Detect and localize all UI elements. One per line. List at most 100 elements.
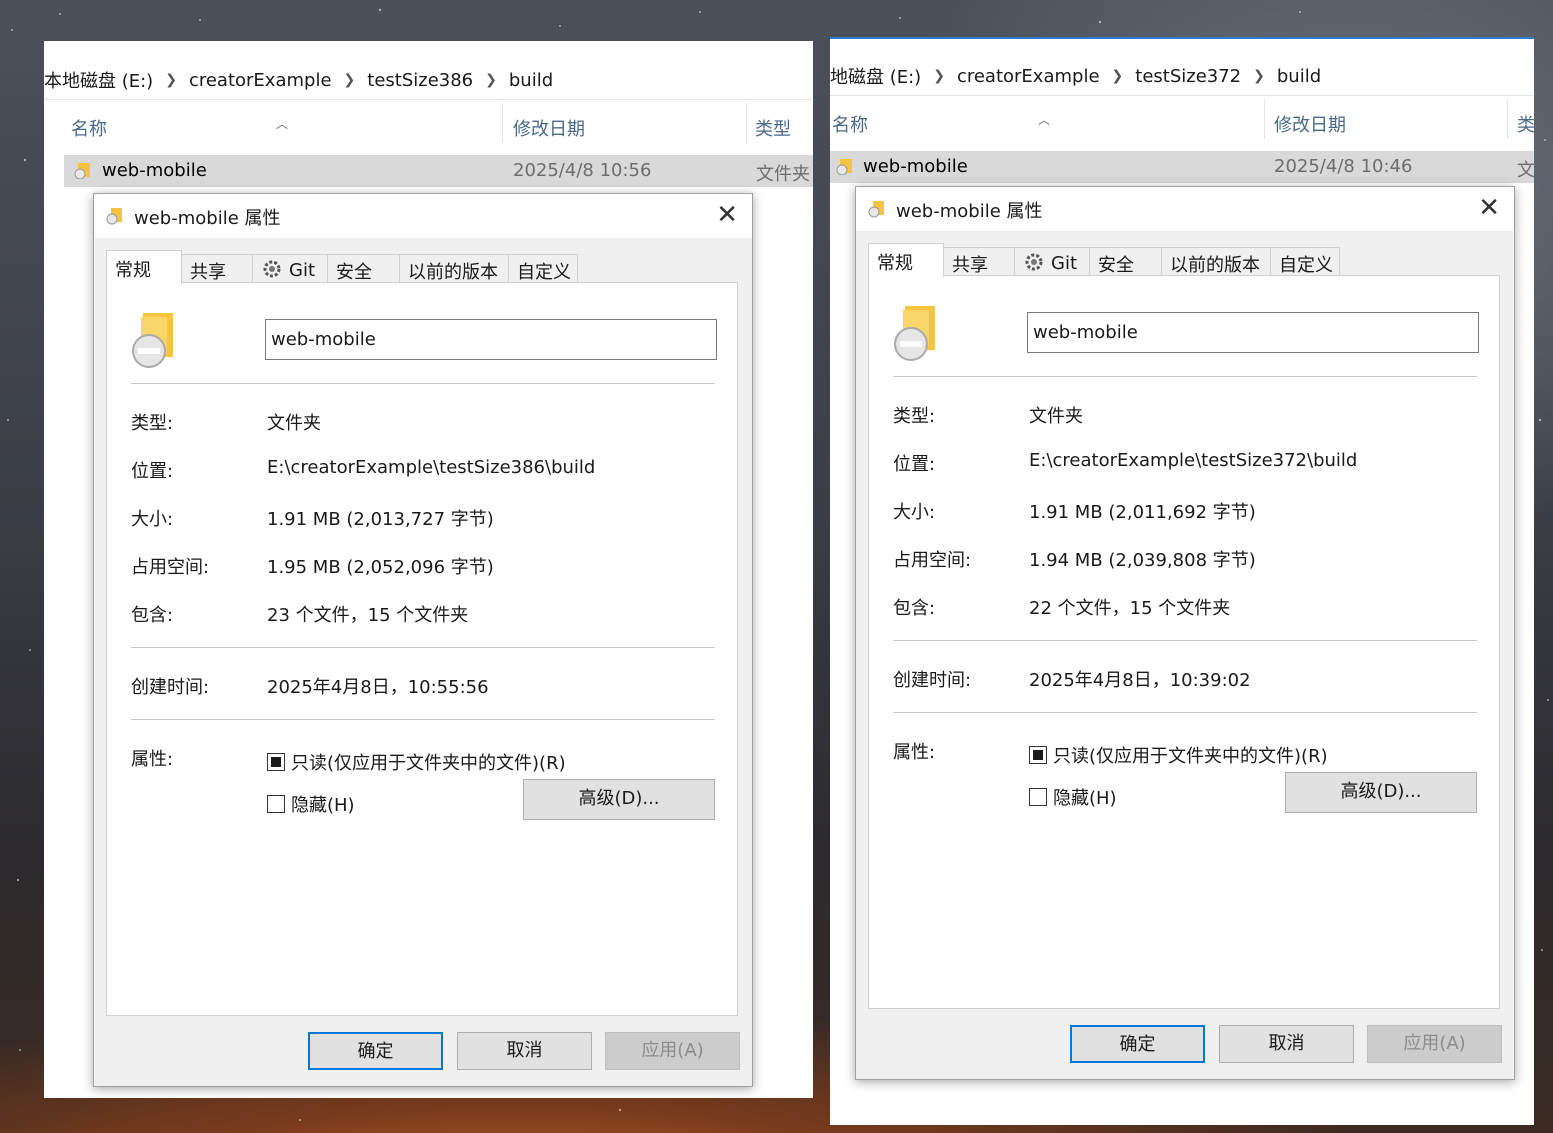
advanced-button[interactable]: 高级(D)... (523, 779, 715, 820)
breadcrumb-folder[interactable]: testSize386 (367, 70, 473, 91)
column-type[interactable]: 类型 (755, 115, 791, 141)
label-type: 类型: (131, 413, 174, 434)
tab-git[interactable]: Git (1014, 247, 1090, 275)
file-modified: 2025/4/8 10:56 (513, 160, 652, 181)
breadcrumb-folder[interactable]: testSize372 (1135, 66, 1241, 87)
dialog-titlebar: web-mobile 属性 ✕ (856, 187, 1514, 231)
checkbox-unchecked[interactable] (1029, 788, 1047, 806)
file-row-selected[interactable]: web-mobile 2025/4/8 10:46 文 (830, 151, 1534, 183)
gear-icon (1025, 253, 1043, 271)
cancel-button[interactable]: 取消 (457, 1032, 592, 1070)
label-size-on-disk: 占用空间: (893, 550, 972, 571)
checkbox-indeterminate[interactable] (267, 753, 285, 771)
breadcrumb-folder[interactable]: build (1277, 66, 1321, 87)
file-name: web-mobile (863, 156, 968, 177)
column-name[interactable]: 名称 (71, 115, 107, 141)
file-type: 文 (1517, 160, 1534, 181)
tab-previous-versions[interactable]: 以前的版本 (399, 254, 509, 283)
right-properties-dialog: web-mobile 属性 ✕ 常规 共享 Git 安全 以前的版本 自定义 类… (855, 186, 1515, 1080)
cancel-button[interactable]: 取消 (1219, 1025, 1354, 1063)
column-modified[interactable]: 修改日期 (1274, 111, 1346, 137)
hidden-checkbox[interactable]: 隐藏(H) (1029, 784, 1117, 810)
folder-large-icon (132, 313, 173, 368)
tab-general[interactable]: 常规 (106, 250, 182, 284)
chevron-right-icon: ❯ (165, 72, 177, 88)
tab-general[interactable]: 常规 (868, 243, 944, 277)
label-contains: 包含: (893, 598, 936, 619)
chevron-right-icon: ❯ (485, 72, 497, 88)
column-modified[interactable]: 修改日期 (513, 115, 585, 141)
breadcrumb-folder[interactable]: creatorExample (189, 70, 332, 91)
chevron-right-icon: ❯ (1111, 68, 1124, 84)
breadcrumb-drive[interactable]: 本地磁盘 (E:) (44, 67, 153, 93)
column-header: ︿ 名称 修改日期 类 (830, 95, 1534, 149)
label-attributes: 属性: (131, 749, 174, 770)
left-properties-dialog: web-mobile 属性 ✕ 常规 共享 Git 安全 以前的版本 自定义 类… (93, 193, 753, 1087)
tab-sharing[interactable]: 共享 (181, 254, 253, 283)
value-size: 1.91 MB (2,013,727 字节) (267, 509, 494, 530)
general-panel: 类型: 文件夹 位置: E:\creatorExample\testSize37… (868, 275, 1500, 1009)
column-header: ︿ 名称 修改日期 类型 (44, 99, 813, 153)
apply-button[interactable]: 应用(A) (605, 1032, 740, 1070)
close-icon[interactable]: ✕ (1478, 193, 1500, 223)
tab-customize[interactable]: 自定义 (1270, 247, 1340, 276)
value-created: 2025年4月8日，10:39:02 (1029, 670, 1251, 691)
label-contains: 包含: (131, 605, 174, 626)
value-type: 文件夹 (267, 413, 321, 434)
value-location: E:\creatorExample\testSize372\build (1029, 450, 1358, 471)
tab-previous-versions[interactable]: 以前的版本 (1161, 247, 1271, 276)
chevron-right-icon: ❯ (343, 72, 356, 88)
value-created: 2025年4月8日，10:55:56 (267, 677, 489, 698)
sort-up-icon: ︿ (276, 117, 289, 131)
readonly-checkbox[interactable]: 只读(仅应用于文件夹中的文件)(R) (1029, 742, 1328, 768)
column-name[interactable]: 名称 (832, 111, 868, 137)
file-name: web-mobile (102, 160, 207, 181)
folder-name-input[interactable] (265, 319, 717, 360)
advanced-button[interactable]: 高级(D)... (1285, 772, 1477, 813)
label-size: 大小: (131, 509, 174, 530)
tab-git-label: Git (1051, 253, 1078, 274)
tab-customize[interactable]: 自定义 (508, 254, 578, 283)
dialog-title: web-mobile 属性 (134, 208, 281, 229)
ok-button[interactable]: 确定 (308, 1032, 443, 1070)
column-type[interactable]: 类 (1517, 111, 1534, 137)
readonly-label: 只读(仅应用于文件夹中的文件)(R) (291, 753, 566, 774)
chevron-right-icon: ❯ (933, 68, 945, 84)
label-location: 位置: (893, 454, 936, 475)
checkbox-indeterminate[interactable] (1029, 746, 1047, 764)
label-created: 创建时间: (131, 677, 210, 698)
readonly-checkbox[interactable]: 只读(仅应用于文件夹中的文件)(R) (267, 749, 566, 775)
label-size: 大小: (893, 502, 936, 523)
file-row-selected[interactable]: web-mobile 2025/4/8 10:56 文件夹 (64, 155, 813, 187)
tab-sharing[interactable]: 共享 (943, 247, 1015, 276)
label-type: 类型: (893, 406, 936, 427)
value-contains: 22 个文件，15 个文件夹 (1029, 598, 1231, 619)
folder-name-input[interactable] (1027, 312, 1479, 353)
breadcrumb[interactable]: 本地磁盘 (E:) ❯ creatorExample ❯ testSize386… (44, 61, 813, 100)
tab-git[interactable]: Git (252, 254, 328, 282)
sort-up-icon: ︿ (1038, 113, 1051, 127)
breadcrumb[interactable]: 地磁盘 (E:) ❯ creatorExample ❯ testSize372 … (830, 57, 1534, 96)
value-size: 1.91 MB (2,011,692 字节) (1029, 502, 1256, 523)
ok-button[interactable]: 确定 (1070, 1025, 1205, 1063)
chevron-right-icon: ❯ (1253, 68, 1265, 84)
checkbox-unchecked[interactable] (267, 795, 285, 813)
folder-icon (868, 201, 884, 218)
breadcrumb-drive[interactable]: 地磁盘 (E:) (830, 63, 921, 89)
close-icon[interactable]: ✕ (716, 200, 738, 230)
hidden-label: 隐藏(H) (291, 795, 355, 816)
label-attributes: 属性: (893, 742, 936, 763)
breadcrumb-folder[interactable]: creatorExample (957, 66, 1100, 87)
dialog-titlebar: web-mobile 属性 ✕ (94, 194, 752, 238)
value-contains: 23 个文件，15 个文件夹 (267, 605, 469, 626)
file-type: 文件夹 (756, 164, 810, 185)
folder-icon (836, 159, 852, 175)
hidden-checkbox[interactable]: 隐藏(H) (267, 791, 355, 817)
tab-security[interactable]: 安全 (1089, 247, 1162, 276)
breadcrumb-folder[interactable]: build (509, 70, 553, 91)
tab-security[interactable]: 安全 (327, 254, 400, 283)
apply-button[interactable]: 应用(A) (1367, 1025, 1502, 1063)
folder-icon (106, 208, 122, 225)
label-location: 位置: (131, 461, 174, 482)
folder-icon (74, 163, 90, 179)
